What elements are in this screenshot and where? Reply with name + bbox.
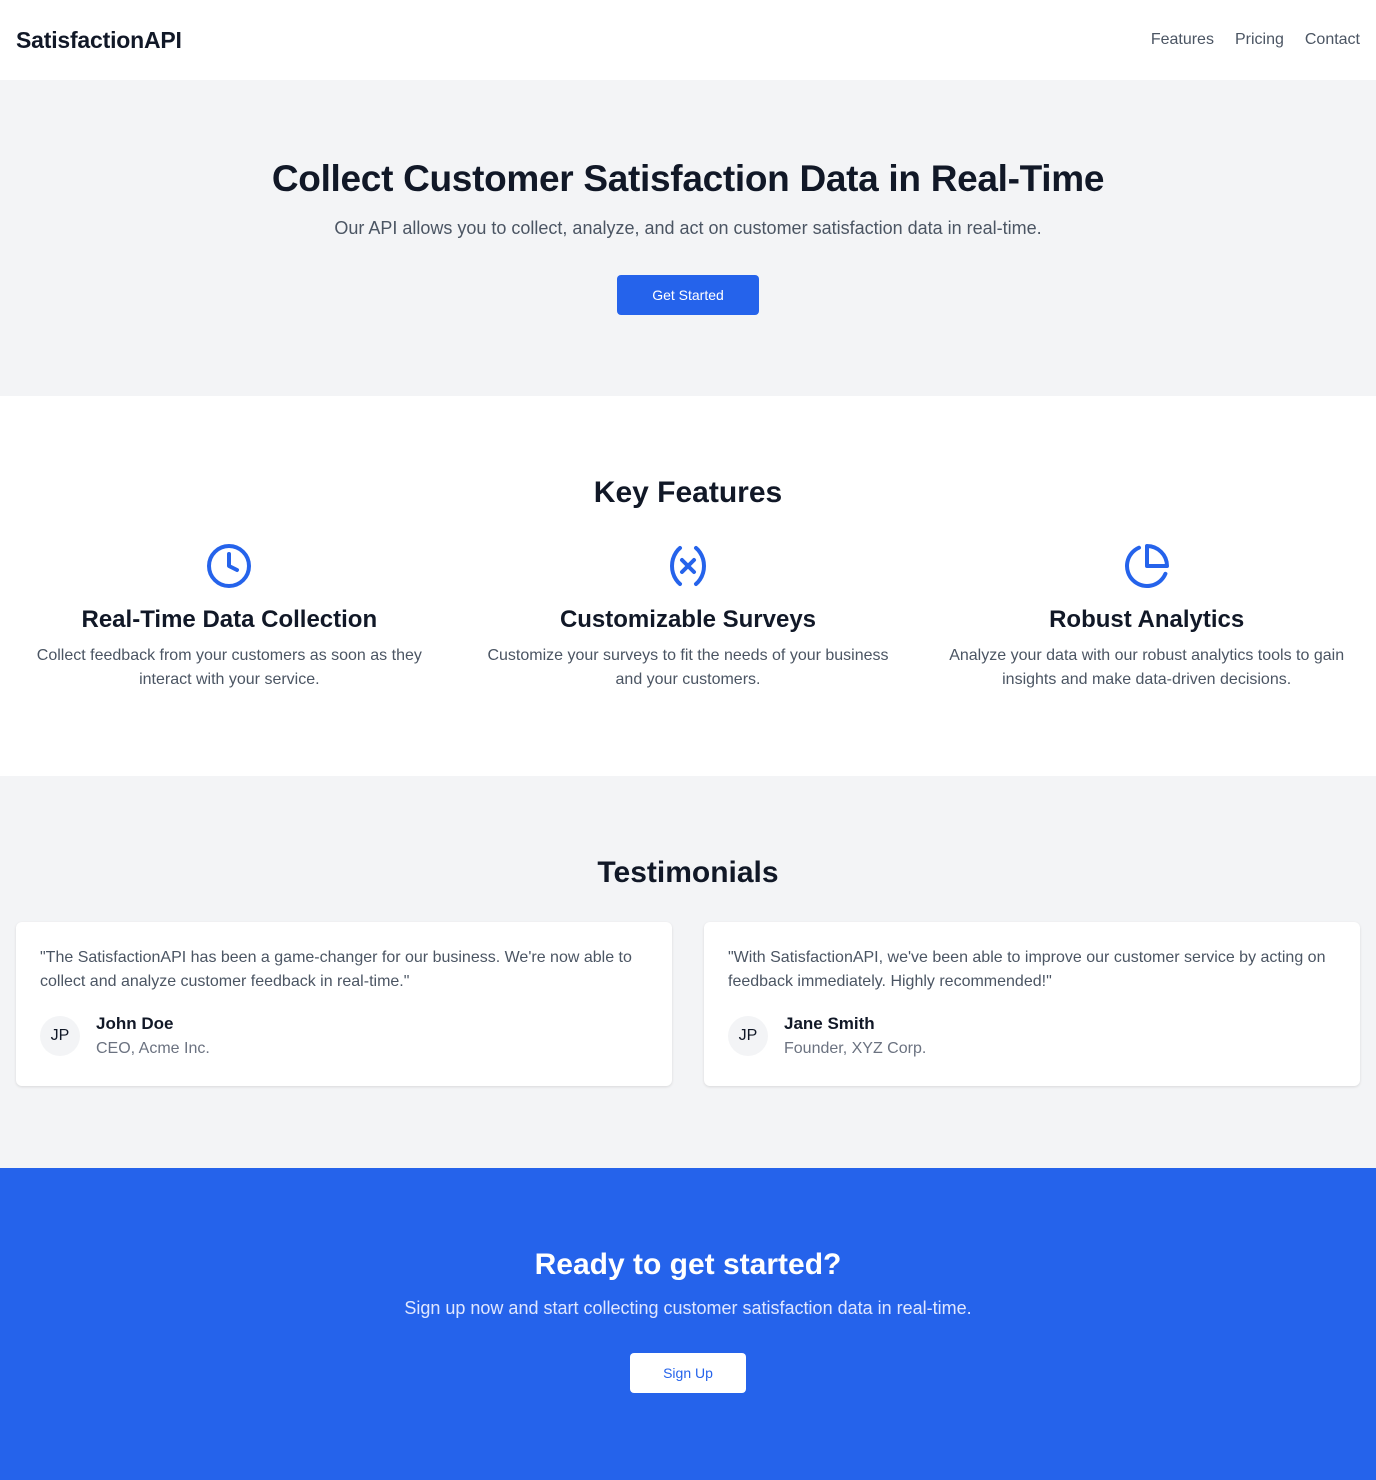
feature-description: Customize your surveys to fit the needs … [487,647,889,688]
cta-subtitle: Sign up now and start collecting custome… [404,1298,972,1318]
testimonial-quote: "With SatisfactionAPI, we've been able t… [728,949,1326,990]
hero-subtitle: Our API allows you to collect, analyze, … [334,218,1042,238]
feature-description: Collect feedback from your customers as … [36,647,422,688]
cta-section: Ready to get started? Sign up now and st… [0,1168,1376,1480]
get-started-button[interactable]: Get Started [617,275,759,315]
testimonials-section: Testimonials "The SatisfactionAPI has be… [0,776,1376,1168]
testimonial-author: JP Jane Smith Founder, XYZ Corp. [728,1014,1336,1058]
variable-icon [669,546,706,586]
feature-title: Customizable Surveys [559,606,817,633]
author-role: Founder, XYZ Corp. [784,1040,927,1057]
feature-card-real-time: Real-Time Data Collection Collect feedba… [16,542,443,692]
feature-title: Robust Analytics [1049,606,1245,633]
author-name: John Doe [96,1014,174,1033]
hero-section: Collect Customer Satisfaction Data in Re… [0,80,1376,396]
nav-link-pricing[interactable]: Pricing [1235,31,1284,49]
testimonial-card: "The SatisfactionAPI has been a game-cha… [16,922,672,1086]
features-title: Key Features [593,476,783,509]
avatar: JP [728,1016,768,1056]
testimonial-card: "With SatisfactionAPI, we've been able t… [704,922,1360,1086]
brand-logo[interactable]: SatisfactionAPI [16,27,182,54]
nav-link-features[interactable]: Features [1151,31,1214,49]
features-grid: Real-Time Data Collection Collect feedba… [0,542,1376,692]
nav-link-contact[interactable]: Contact [1305,31,1360,49]
avatar: JP [40,1016,80,1056]
sign-up-button[interactable]: Sign Up [630,1353,746,1393]
author-name: Jane Smith [784,1014,875,1033]
hero-title: Collect Customer Satisfaction Data in Re… [271,158,1105,199]
testimonial-author: JP John Doe CEO, Acme Inc. [40,1014,648,1058]
feature-card-analytics: Robust Analytics Analyze your data with … [933,542,1360,692]
testimonials-title: Testimonials [597,856,779,889]
cta-title: Ready to get started? [534,1248,842,1281]
testimonial-quote: "The SatisfactionAPI has been a game-cha… [40,949,632,990]
feature-description: Analyze your data with our robust analyt… [949,647,1345,688]
main-nav: Features Pricing Contact [1151,31,1360,49]
testimonial-grid: "The SatisfactionAPI has been a game-cha… [0,922,1376,1086]
author-role: CEO, Acme Inc. [96,1040,210,1057]
features-section: Key Features Real-Time Data Collection C… [0,396,1376,776]
pie-chart-icon [1124,544,1169,588]
feature-card-surveys: Customizable Surveys Customize your surv… [475,542,902,692]
feature-title: Real-Time Data Collection [81,606,378,633]
clock-icon [207,544,252,588]
site-header: SatisfactionAPI Features Pricing Contact [0,0,1376,80]
